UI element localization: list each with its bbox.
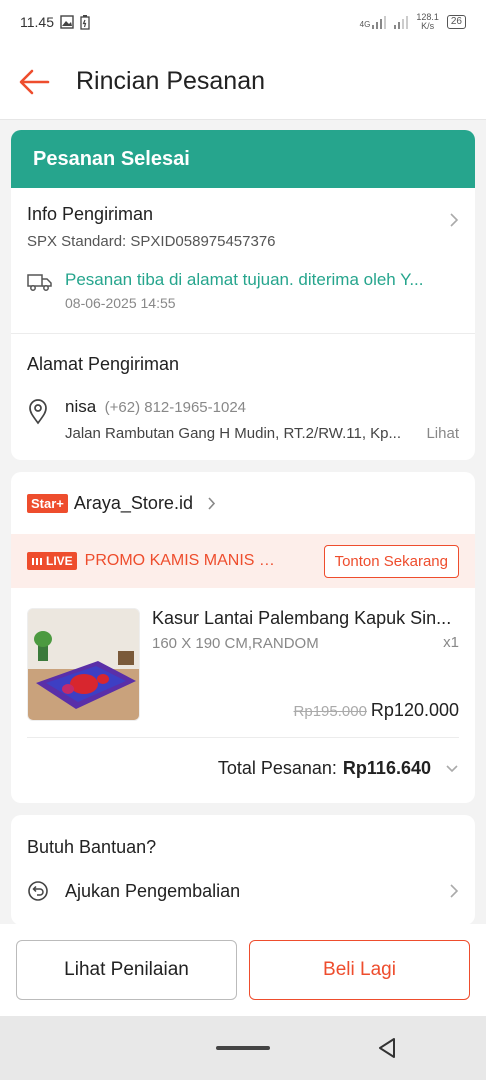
signal-icon <box>372 15 387 29</box>
network-speed: 128.1 K/s <box>416 12 439 31</box>
status-bar: 11.45 4G 128.1 K/s 26 <box>0 0 486 44</box>
page-title: Rincian Pesanan <box>76 67 266 95</box>
return-label: Ajukan Pengembalian <box>65 880 241 901</box>
bottom-action-bar: Lihat Penilaian Beli Lagi <box>0 924 486 1016</box>
star-plus-badge: Star+ <box>27 493 68 513</box>
back-button[interactable] <box>14 62 54 102</box>
product-info: Kasur Lantai Palembang Kapuk Sin... 160 … <box>152 608 459 721</box>
product-name: Kasur Lantai Palembang Kapuk Sin... <box>152 608 452 628</box>
return-request-item[interactable]: Ajukan Pengembalian <box>11 858 475 924</box>
order-total-row[interactable]: Total Pesanan: Rp116.640 <box>11 738 475 803</box>
address-street: Jalan Rambutan Gang H Mudin, RT.2/RW.11,… <box>65 425 402 442</box>
total-label: Total Pesanan: <box>217 758 337 778</box>
battery-level: 26 <box>446 15 466 29</box>
arrow-left-icon <box>19 69 50 94</box>
store-name: Araya_Store.id <box>73 492 193 513</box>
chevron-down-icon <box>446 765 458 773</box>
live-promo-banner: LIVE PROMO KAMIS MANIS SP... Tonton Seka… <box>11 534 475 588</box>
chevron-right-icon <box>450 213 459 227</box>
store-header[interactable]: Star+ Araya_Store.id <box>11 472 475 534</box>
product-image <box>27 608 140 721</box>
view-review-button[interactable]: Lihat Penilaian <box>16 940 237 1000</box>
order-content: Pesanan Selesai Info Pengiriman SPX Stan… <box>11 130 475 937</box>
tracking-time: 08-06-2025 14:55 <box>65 295 176 311</box>
total-amount: Rp116.640 <box>342 758 431 778</box>
location-pin-icon <box>29 399 47 425</box>
signal-2-icon <box>394 15 409 29</box>
product-quantity: x1 <box>443 634 459 651</box>
product-variant: 160 X 190 CM,RANDOM <box>152 635 319 652</box>
recipient-name: nisa <box>65 397 97 416</box>
buy-again-button[interactable]: Beli Lagi <box>249 940 470 1000</box>
shipping-address-section: Alamat Pengiriman nisa (+62) 812-1965-10… <box>11 334 475 460</box>
address-title: Alamat Pengiriman <box>27 354 180 374</box>
live-bars-icon <box>32 557 42 565</box>
truck-icon <box>27 274 52 291</box>
chevron-right-icon <box>208 496 216 510</box>
order-status-banner: Pesanan Selesai <box>11 130 475 188</box>
promo-text: PROMO KAMIS MANIS SP... <box>84 552 285 569</box>
shipping-service: SPX Standard: SPXID058975457376 <box>27 233 276 250</box>
home-indicator[interactable] <box>216 1046 270 1050</box>
recipient-phone: (+62) 812-1965-1024 <box>104 399 246 416</box>
tracking-status: Pesanan tiba di alamat tujuan. diterima … <box>65 270 424 289</box>
return-icon <box>28 881 48 901</box>
final-price: Rp120.000 <box>370 700 459 720</box>
app-header: Rincian Pesanan <box>0 44 486 120</box>
help-title: Butuh Bantuan? <box>27 837 157 857</box>
original-price: Rp195.000 <box>293 703 367 720</box>
nav-back-icon[interactable] <box>376 1036 398 1060</box>
network-type: 4G <box>359 20 371 29</box>
gallery-icon <box>60 15 74 29</box>
chevron-right-icon <box>450 884 459 898</box>
store-card: Star+ Araya_Store.id LIVE PROMO KAMIS MA… <box>11 472 475 803</box>
battery-charging-icon <box>80 14 90 30</box>
status-time: 11.45 <box>20 14 54 30</box>
live-badge: LIVE <box>27 552 77 570</box>
view-address-link[interactable]: Lihat <box>426 425 459 442</box>
order-status-card: Pesanan Selesai Info Pengiriman SPX Stan… <box>11 130 475 460</box>
shipping-info-title: Info Pengiriman <box>27 204 154 224</box>
product-price: Rp195.000 Rp120.000 <box>294 700 459 721</box>
product-item[interactable]: Kasur Lantai Palembang Kapuk Sin... 160 … <box>11 588 475 737</box>
watch-now-button[interactable]: Tonton Sekarang <box>323 544 459 578</box>
help-card: Butuh Bantuan? Ajukan Pengembalian <box>11 815 475 925</box>
shipping-info-section[interactable]: Info Pengiriman SPX Standard: SPXID05897… <box>11 188 475 333</box>
system-nav-bar <box>0 1016 486 1080</box>
